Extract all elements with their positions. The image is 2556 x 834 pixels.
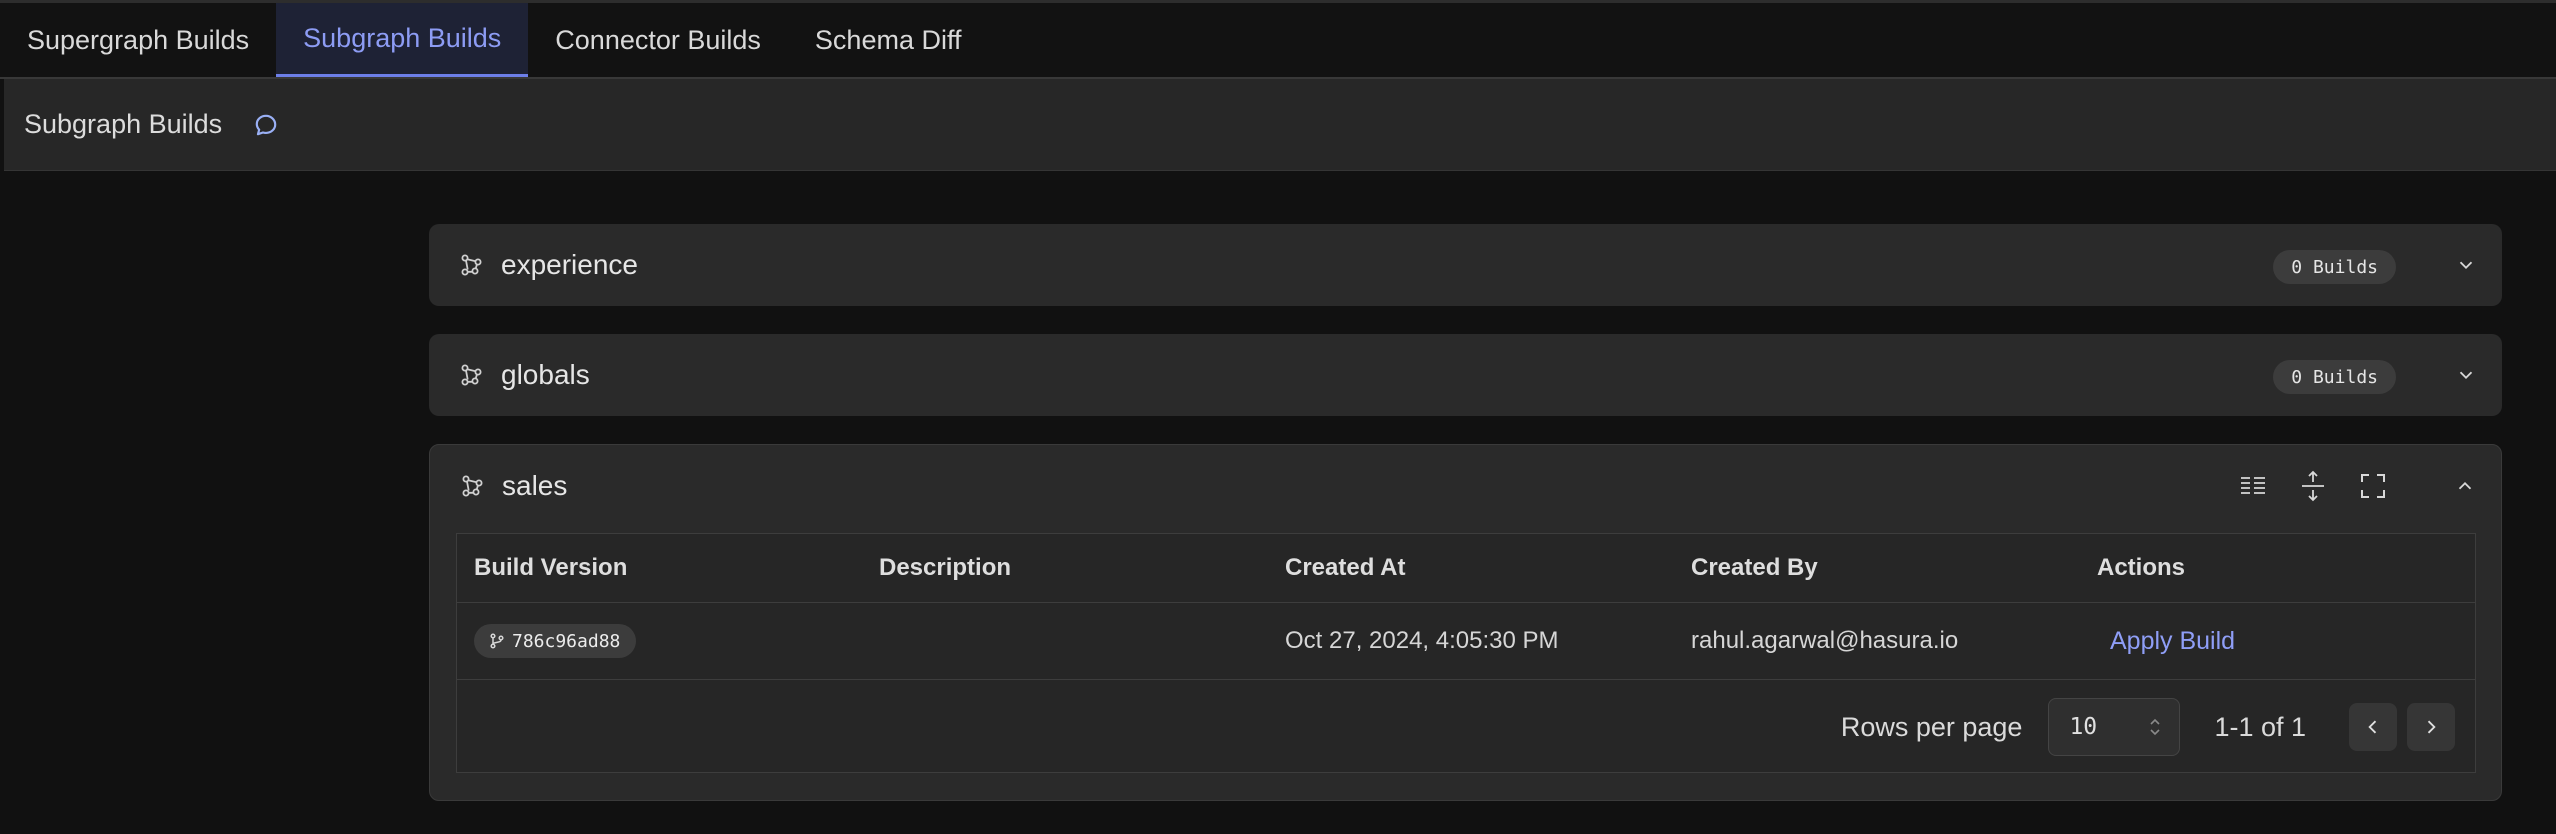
column-header-description[interactable]: Description: [862, 554, 1268, 582]
graph-icon: [460, 474, 484, 498]
subgraph-name: globals: [501, 359, 590, 390]
chevron-down-icon[interactable]: [2452, 251, 2480, 279]
subgraph-panel-globals: globals 0 Builds: [429, 334, 2502, 416]
column-header-created-by[interactable]: Created By: [1674, 554, 2080, 582]
table-row: 786c96ad88 Oct 27, 2024, 4:05:30 PM rahu…: [457, 603, 2475, 680]
table-toolbar: [2238, 470, 2388, 502]
chevron-down-icon[interactable]: [2452, 361, 2480, 389]
builds-table: Build Version Description Created At Cre…: [456, 533, 2476, 773]
tab-connector-builds[interactable]: Connector Builds: [528, 3, 788, 77]
subgraph-header-experience[interactable]: experience 0 Builds: [429, 224, 2502, 306]
graph-icon: [459, 253, 483, 277]
git-branch-icon: [490, 633, 504, 649]
page-range: 1-1 of 1: [2214, 711, 2306, 742]
rows-per-page-value: 10: [2069, 714, 2098, 740]
subgraph-name: experience: [501, 249, 638, 280]
fullscreen-icon[interactable]: [2358, 471, 2388, 501]
graph-icon: [459, 363, 483, 387]
build-version-text: 786c96ad88: [512, 630, 621, 652]
column-header-created-at[interactable]: Created At: [1268, 554, 1674, 582]
page-title: Subgraph Builds: [24, 109, 223, 139]
tab-supergraph-builds[interactable]: Supergraph Builds: [0, 3, 276, 77]
chat-bubble-icon[interactable]: [252, 111, 280, 139]
select-arrows-icon: [2150, 718, 2161, 736]
column-header-build-version[interactable]: Build Version: [457, 554, 862, 582]
previous-page-button[interactable]: [2349, 703, 2397, 751]
rows-per-page-select[interactable]: 10: [2048, 698, 2181, 756]
table-header-row: Build Version Description Created At Cre…: [457, 534, 2475, 603]
subgraph-panel-experience: experience 0 Builds: [429, 224, 2502, 306]
next-page-button[interactable]: [2407, 703, 2455, 751]
actions-cell: Apply Build: [2080, 627, 2475, 656]
apply-build-button[interactable]: Apply Build: [2110, 627, 2235, 655]
tab-schema-diff[interactable]: Schema Diff: [788, 3, 989, 77]
column-toggle-icon[interactable]: [2238, 471, 2268, 501]
tab-bar: Supergraph Builds Subgraph Builds Connec…: [0, 0, 2556, 79]
subgraph-header-sales[interactable]: sales: [430, 445, 2501, 527]
builds-count-badge: 0 Builds: [2273, 250, 2396, 284]
build-version-chip[interactable]: 786c96ad88: [474, 624, 637, 658]
created-at-cell: Oct 27, 2024, 4:05:30 PM: [1285, 627, 1559, 654]
chevron-right-icon: [2427, 720, 2436, 734]
chevron-left-icon: [2368, 720, 2377, 734]
build-version-cell: 786c96ad88: [457, 624, 862, 658]
tab-subgraph-builds[interactable]: Subgraph Builds: [276, 3, 529, 77]
subgraph-panel-sales: sales Build Version Description Created …: [429, 444, 2502, 801]
rows-per-page-label: Rows per page: [1840, 711, 2023, 742]
column-header-actions[interactable]: Actions: [2080, 554, 2475, 582]
row-density-icon[interactable]: [2298, 470, 2328, 502]
page-header: Subgraph Builds: [4, 79, 2556, 171]
created-by-cell: rahul.agarwal@hasura.io: [1691, 627, 1959, 654]
subgraph-header-globals[interactable]: globals 0 Builds: [429, 334, 2502, 416]
subgraph-name: sales: [502, 470, 568, 501]
builds-count-badge: 0 Builds: [2273, 360, 2396, 394]
pagination: Rows per page 10 1-1 of 1: [457, 680, 2475, 774]
chevron-up-icon[interactable]: [2451, 472, 2479, 500]
